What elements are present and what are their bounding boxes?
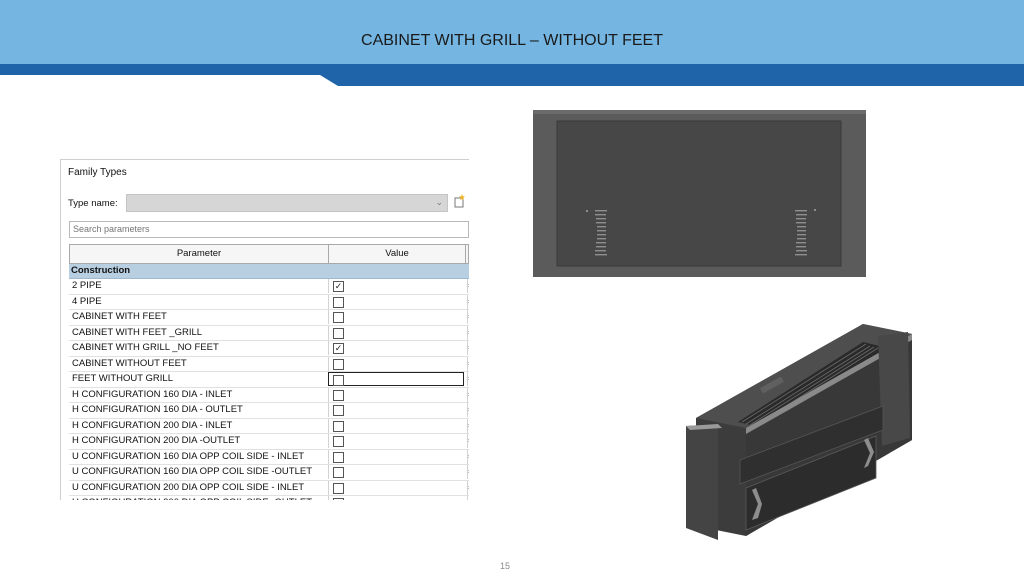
parameter-value-cell[interactable] [328, 294, 465, 309]
parameter-name: CABINET WITHOUT FEET [72, 357, 187, 369]
table-row[interactable]: 4 PIPE = [69, 294, 469, 310]
page-number: 15 [499, 561, 510, 571]
formula-cell[interactable]: = [467, 403, 469, 417]
formula-cell[interactable]: = [467, 465, 469, 479]
parameter-name: H CONFIGURATION 160 DIA - OUTLET [72, 404, 243, 415]
checkbox-unchecked[interactable] [333, 358, 344, 370]
parameter-name: U CONFIGURATION 160 DIA OPP COIL SIDE - … [72, 450, 305, 462]
table-row[interactable]: 2 PIPE ✓ = [69, 279, 469, 295]
checkbox-unchecked[interactable] [333, 405, 344, 416]
search-parameters-box[interactable] [69, 221, 469, 238]
table-row[interactable]: H CONFIGURATION 160 DIA - INLET = [69, 387, 469, 403]
parameter-name: H CONFIGURATION 200 DIA -OUTLET [72, 435, 241, 446]
parameter-value-cell[interactable]: ✓ [328, 341, 465, 355]
table-row[interactable]: U CONFIGURATION 160 DIA OPP COIL SIDE -O… [69, 465, 469, 481]
parameter-value-cell[interactable]: ✓ [328, 279, 465, 293]
table-row[interactable]: CABINET WITHOUT FEET = [69, 356, 469, 372]
formula-cell[interactable]: = [467, 325, 469, 340]
parameter-rows: 2 PIPE✓=4 PIPE=CABINET WITH FEET=CABINET… [69, 279, 469, 500]
formula-cell[interactable]: = [467, 387, 469, 402]
parameter-name: 4 PIPE [72, 295, 102, 307]
parameter-name: CABINET WITH FEET _GRILL [72, 326, 203, 338]
checkbox-unchecked[interactable] [333, 498, 344, 500]
type-name-label: Type name: [68, 198, 118, 209]
parameter-name: H CONFIGURATION 160 DIA - INLET [72, 388, 233, 400]
parameter-name: U CONFIGURATION 200 DIA OPP COIL SIDE -O… [72, 496, 312, 500]
parameter-value-cell[interactable] [328, 480, 465, 495]
parameter-value-cell[interactable] [328, 356, 465, 371]
front-view-render [533, 110, 866, 277]
table-row[interactable]: CABINET WITH FEET = [69, 310, 469, 326]
parameter-value-cell[interactable] [328, 372, 464, 386]
checkbox-unchecked[interactable] [333, 467, 344, 478]
formula-cell[interactable]: = [467, 372, 469, 386]
parameter-value-cell[interactable] [328, 325, 465, 340]
checkbox-unchecked[interactable] [333, 420, 344, 432]
formula-cell[interactable]: = [467, 480, 469, 495]
checkbox-unchecked[interactable] [333, 451, 344, 463]
formula-cell[interactable]: = [467, 356, 469, 371]
table-row[interactable]: H CONFIGURATION 160 DIA - OUTLET = [69, 403, 469, 419]
checkbox-unchecked[interactable] [333, 482, 344, 494]
parameter-name: FEET WITHOUT GRILL [72, 373, 173, 384]
table-row[interactable]: U CONFIGURATION 200 DIA OPP COIL SIDE -O… [69, 496, 469, 500]
parameter-value-cell[interactable] [328, 418, 465, 433]
parameter-name: CABINET WITH GRILL _NO FEET [72, 342, 219, 353]
checkbox-unchecked[interactable] [333, 312, 344, 323]
formula-cell[interactable]: = [467, 279, 469, 293]
formula-cell[interactable]: = [467, 449, 469, 464]
parameter-name: H CONFIGURATION 200 DIA - INLET [72, 419, 233, 431]
parameter-value-cell[interactable] [328, 449, 465, 464]
header-band [0, 64, 1024, 86]
search-parameters-input[interactable] [70, 222, 456, 236]
table-header: Parameter Value [69, 244, 469, 264]
parameter-name: U CONFIGURATION 200 DIA OPP COIL SIDE - … [72, 481, 305, 493]
parameter-column-header[interactable]: Parameter [70, 245, 329, 263]
checkbox-unchecked[interactable] [333, 375, 344, 386]
parameter-name: U CONFIGURATION 160 DIA OPP COIL SIDE -O… [72, 466, 313, 477]
type-name-dropdown[interactable]: ⌄ [126, 194, 448, 212]
checkbox-unchecked[interactable] [333, 436, 344, 447]
chevron-down-icon: ⌄ [435, 197, 443, 207]
table-row[interactable]: H CONFIGURATION 200 DIA - INLET = [69, 418, 469, 434]
parameter-value-cell[interactable] [328, 310, 465, 324]
checkbox-unchecked[interactable] [333, 327, 344, 339]
parameter-value-cell[interactable] [328, 387, 465, 402]
family-types-dialog: Family Types Type name: ⌄ Parameter Valu… [60, 159, 469, 500]
value-column-header[interactable]: Value [329, 245, 466, 263]
parameter-value-cell[interactable] [328, 403, 465, 417]
table-row[interactable]: H CONFIGURATION 200 DIA -OUTLET = [69, 434, 469, 450]
isometric-view-render [686, 324, 912, 540]
table-row[interactable]: CABINET WITH GRILL _NO FEET ✓ = [69, 341, 469, 357]
table-row[interactable]: FEET WITHOUT GRILL = [69, 372, 469, 388]
checkbox-unchecked[interactable] [333, 296, 344, 308]
parameter-name: CABINET WITH FEET [72, 311, 167, 322]
table-row[interactable]: U CONFIGURATION 200 DIA OPP COIL SIDE - … [69, 480, 469, 496]
parameter-value-cell[interactable] [328, 434, 465, 448]
new-type-icon[interactable] [453, 194, 467, 208]
parameter-value-cell[interactable] [328, 496, 465, 500]
formula-cell[interactable]: = [467, 496, 469, 500]
group-header-construction[interactable]: Construction [69, 264, 469, 279]
checkbox-checked[interactable]: ✓ [333, 343, 344, 354]
formula-cell[interactable]: = [467, 310, 469, 324]
checkbox-unchecked[interactable] [333, 389, 344, 401]
formula-cell[interactable]: = [467, 294, 469, 309]
formula-cell[interactable]: = [467, 434, 469, 448]
parameter-name: 2 PIPE [72, 280, 102, 291]
table-row[interactable]: CABINET WITH FEET _GRILL = [69, 325, 469, 341]
formula-cell[interactable]: = [467, 418, 469, 433]
checkbox-checked[interactable]: ✓ [333, 281, 344, 292]
parameter-value-cell[interactable] [328, 465, 465, 479]
parameters-table: Parameter Value Construction 2 PIPE✓=4 P… [69, 244, 469, 500]
dialog-title: Family Types [68, 167, 127, 178]
table-row[interactable]: U CONFIGURATION 160 DIA OPP COIL SIDE - … [69, 449, 469, 465]
formula-cell[interactable]: = [467, 341, 469, 355]
